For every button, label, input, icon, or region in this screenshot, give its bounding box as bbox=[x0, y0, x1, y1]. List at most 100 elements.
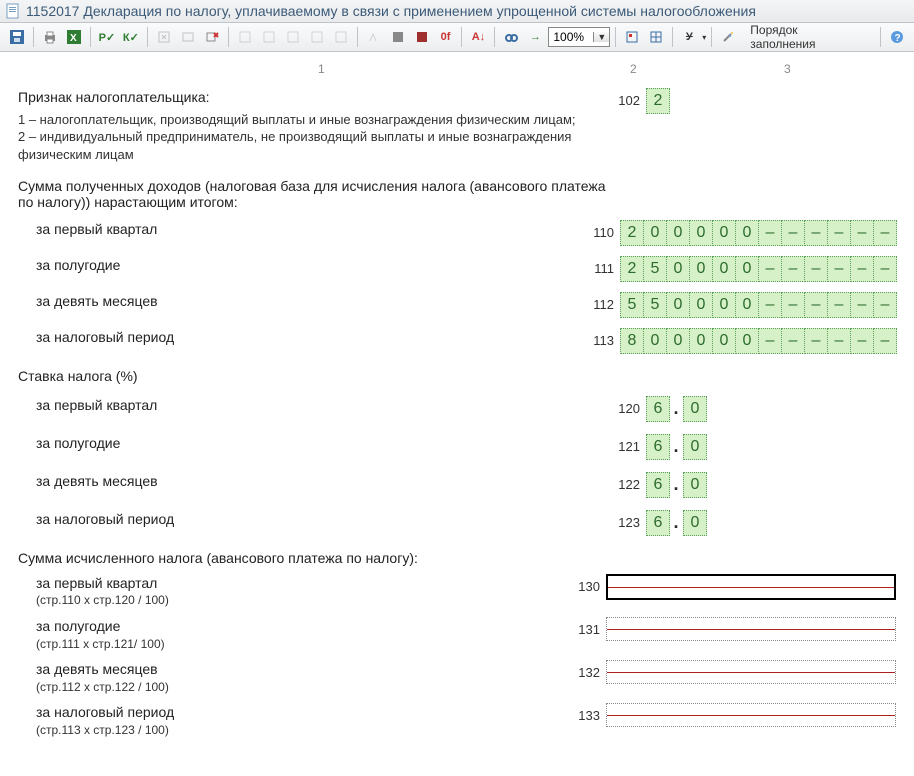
format-icon[interactable]: 0f bbox=[435, 26, 457, 48]
income-digit-cell[interactable]: 0 bbox=[643, 220, 667, 246]
font-icon[interactable]: A↓ bbox=[467, 26, 489, 48]
document-icon bbox=[6, 3, 20, 19]
svg-text:?: ? bbox=[894, 33, 900, 44]
toolbar-icon-4[interactable] bbox=[234, 26, 256, 48]
toolbar-icon-8[interactable] bbox=[330, 26, 352, 48]
print-icon[interactable] bbox=[39, 26, 61, 48]
income-digit-cell[interactable]: – bbox=[850, 256, 874, 282]
income-digit-cell[interactable]: 2 bbox=[620, 220, 644, 246]
rate-int-cell[interactable]: 6 bbox=[646, 472, 670, 498]
income-digit-cell[interactable]: – bbox=[804, 220, 828, 246]
nav-arrow-icon[interactable]: → bbox=[524, 26, 546, 48]
income-digit-cell[interactable]: 2 bbox=[620, 256, 644, 282]
fill-gray-icon[interactable] bbox=[387, 26, 409, 48]
toolbar-icon-9[interactable] bbox=[363, 26, 385, 48]
income-digit-cell[interactable]: 0 bbox=[666, 220, 690, 246]
fill-red-icon[interactable] bbox=[411, 26, 433, 48]
income-digit-cell[interactable]: 0 bbox=[712, 292, 736, 318]
toolbar-icon-5[interactable] bbox=[258, 26, 280, 48]
income-digit-cell[interactable]: – bbox=[873, 220, 897, 246]
income-digit-cell[interactable]: – bbox=[827, 220, 851, 246]
income-digit-cell[interactable]: – bbox=[781, 256, 805, 282]
rate-int-cell[interactable]: 6 bbox=[646, 396, 670, 422]
toolbar-icon-1[interactable] bbox=[153, 26, 175, 48]
income-digit-cell[interactable]: – bbox=[850, 292, 874, 318]
calc-value-field[interactable] bbox=[606, 660, 896, 684]
income-digit-cell[interactable]: 5 bbox=[620, 292, 644, 318]
income-row-label: за первый квартал bbox=[18, 220, 583, 239]
recalc-p-icon[interactable]: Р✓ bbox=[96, 26, 118, 48]
income-digit-cell[interactable]: 5 bbox=[643, 256, 667, 282]
income-digit-cell[interactable]: – bbox=[827, 328, 851, 354]
calc-value-field[interactable] bbox=[606, 617, 896, 641]
sign-value-cell[interactable]: 2 bbox=[646, 88, 670, 114]
income-digit-cell[interactable]: – bbox=[758, 256, 782, 282]
rate-frac-cell[interactable]: 0 bbox=[683, 434, 707, 460]
help-icon[interactable]: ? bbox=[886, 26, 908, 48]
toolbar-icon-7[interactable] bbox=[306, 26, 328, 48]
income-digit-cell[interactable]: – bbox=[804, 328, 828, 354]
income-digit-cell[interactable]: 0 bbox=[643, 328, 667, 354]
fill-order-button[interactable]: Порядок заполнения bbox=[741, 26, 875, 48]
toolbar-icon-10[interactable] bbox=[621, 26, 643, 48]
income-digit-cell[interactable]: – bbox=[758, 328, 782, 354]
recalc-k-icon[interactable]: К✓ bbox=[120, 26, 142, 48]
income-digit-cell[interactable]: 0 bbox=[735, 328, 759, 354]
income-digit-cell[interactable]: – bbox=[827, 292, 851, 318]
income-digit-cell[interactable]: – bbox=[827, 256, 851, 282]
income-digit-cell[interactable]: – bbox=[781, 220, 805, 246]
toolbar-icon-2[interactable] bbox=[177, 26, 199, 48]
income-digit-cell[interactable]: 5 bbox=[643, 292, 667, 318]
calc-value-field[interactable] bbox=[606, 703, 896, 727]
zoom-input[interactable] bbox=[549, 30, 593, 44]
save-icon[interactable] bbox=[6, 26, 28, 48]
calc-value-field[interactable] bbox=[606, 574, 896, 600]
excel-icon[interactable]: X bbox=[63, 26, 85, 48]
rate-frac-cell[interactable]: 0 bbox=[683, 510, 707, 536]
toolbar-remove-icon[interactable] bbox=[201, 26, 223, 48]
strikethrough-icon[interactable]: У bbox=[678, 26, 700, 48]
form-page: 1 2 3 Признак налогоплательщика: 1 – нал… bbox=[0, 52, 914, 776]
zoom-select[interactable]: ▼ bbox=[548, 27, 610, 47]
calc-row-label-block: за полугодие(стр.111 х стр.121/ 100) bbox=[18, 617, 570, 652]
income-digit-cell[interactable]: 0 bbox=[666, 292, 690, 318]
income-digit-cell[interactable]: – bbox=[873, 292, 897, 318]
income-digit-cell[interactable]: – bbox=[850, 220, 874, 246]
wand-icon[interactable] bbox=[717, 26, 739, 48]
income-digit-cell[interactable]: 0 bbox=[712, 256, 736, 282]
income-row-code: 110 bbox=[583, 220, 620, 240]
income-digit-cell[interactable]: – bbox=[873, 256, 897, 282]
income-digit-cell[interactable]: 0 bbox=[666, 256, 690, 282]
income-digit-cell[interactable]: – bbox=[781, 328, 805, 354]
zoom-dropdown-icon[interactable]: ▼ bbox=[593, 32, 609, 42]
income-digit-cell[interactable]: 0 bbox=[689, 256, 713, 282]
income-digit-cell[interactable]: – bbox=[804, 292, 828, 318]
income-digit-cell[interactable]: – bbox=[758, 292, 782, 318]
binoculars-icon[interactable] bbox=[500, 26, 522, 48]
rate-frac-cell[interactable]: 0 bbox=[683, 396, 707, 422]
income-digit-cell[interactable]: – bbox=[781, 292, 805, 318]
toolbar-icon-11[interactable] bbox=[645, 26, 667, 48]
income-digit-cell[interactable]: 0 bbox=[689, 220, 713, 246]
income-digit-cell[interactable]: 0 bbox=[666, 328, 690, 354]
calc-row-code: 133 bbox=[570, 703, 606, 723]
strike-dropdown-icon[interactable]: ▾ bbox=[702, 33, 706, 42]
income-digit-cell[interactable]: 0 bbox=[689, 292, 713, 318]
income-digit-cell[interactable]: 8 bbox=[620, 328, 644, 354]
income-digit-cell[interactable]: 0 bbox=[712, 220, 736, 246]
income-digit-cell[interactable]: – bbox=[804, 256, 828, 282]
income-digit-cell[interactable]: – bbox=[850, 328, 874, 354]
income-digit-cell[interactable]: 0 bbox=[735, 292, 759, 318]
income-digit-cell[interactable]: 0 bbox=[735, 220, 759, 246]
income-digit-cell[interactable]: 0 bbox=[689, 328, 713, 354]
decimal-dot: . bbox=[669, 436, 683, 457]
toolbar-icon-6[interactable] bbox=[282, 26, 304, 48]
income-digit-cell[interactable]: 0 bbox=[735, 256, 759, 282]
rate-int-cell[interactable]: 6 bbox=[646, 510, 670, 536]
calc-row-label: за первый квартал bbox=[36, 574, 556, 593]
rate-frac-cell[interactable]: 0 bbox=[683, 472, 707, 498]
rate-int-cell[interactable]: 6 bbox=[646, 434, 670, 460]
income-digit-cell[interactable]: – bbox=[758, 220, 782, 246]
income-digit-cell[interactable]: 0 bbox=[712, 328, 736, 354]
income-digit-cell[interactable]: – bbox=[873, 328, 897, 354]
